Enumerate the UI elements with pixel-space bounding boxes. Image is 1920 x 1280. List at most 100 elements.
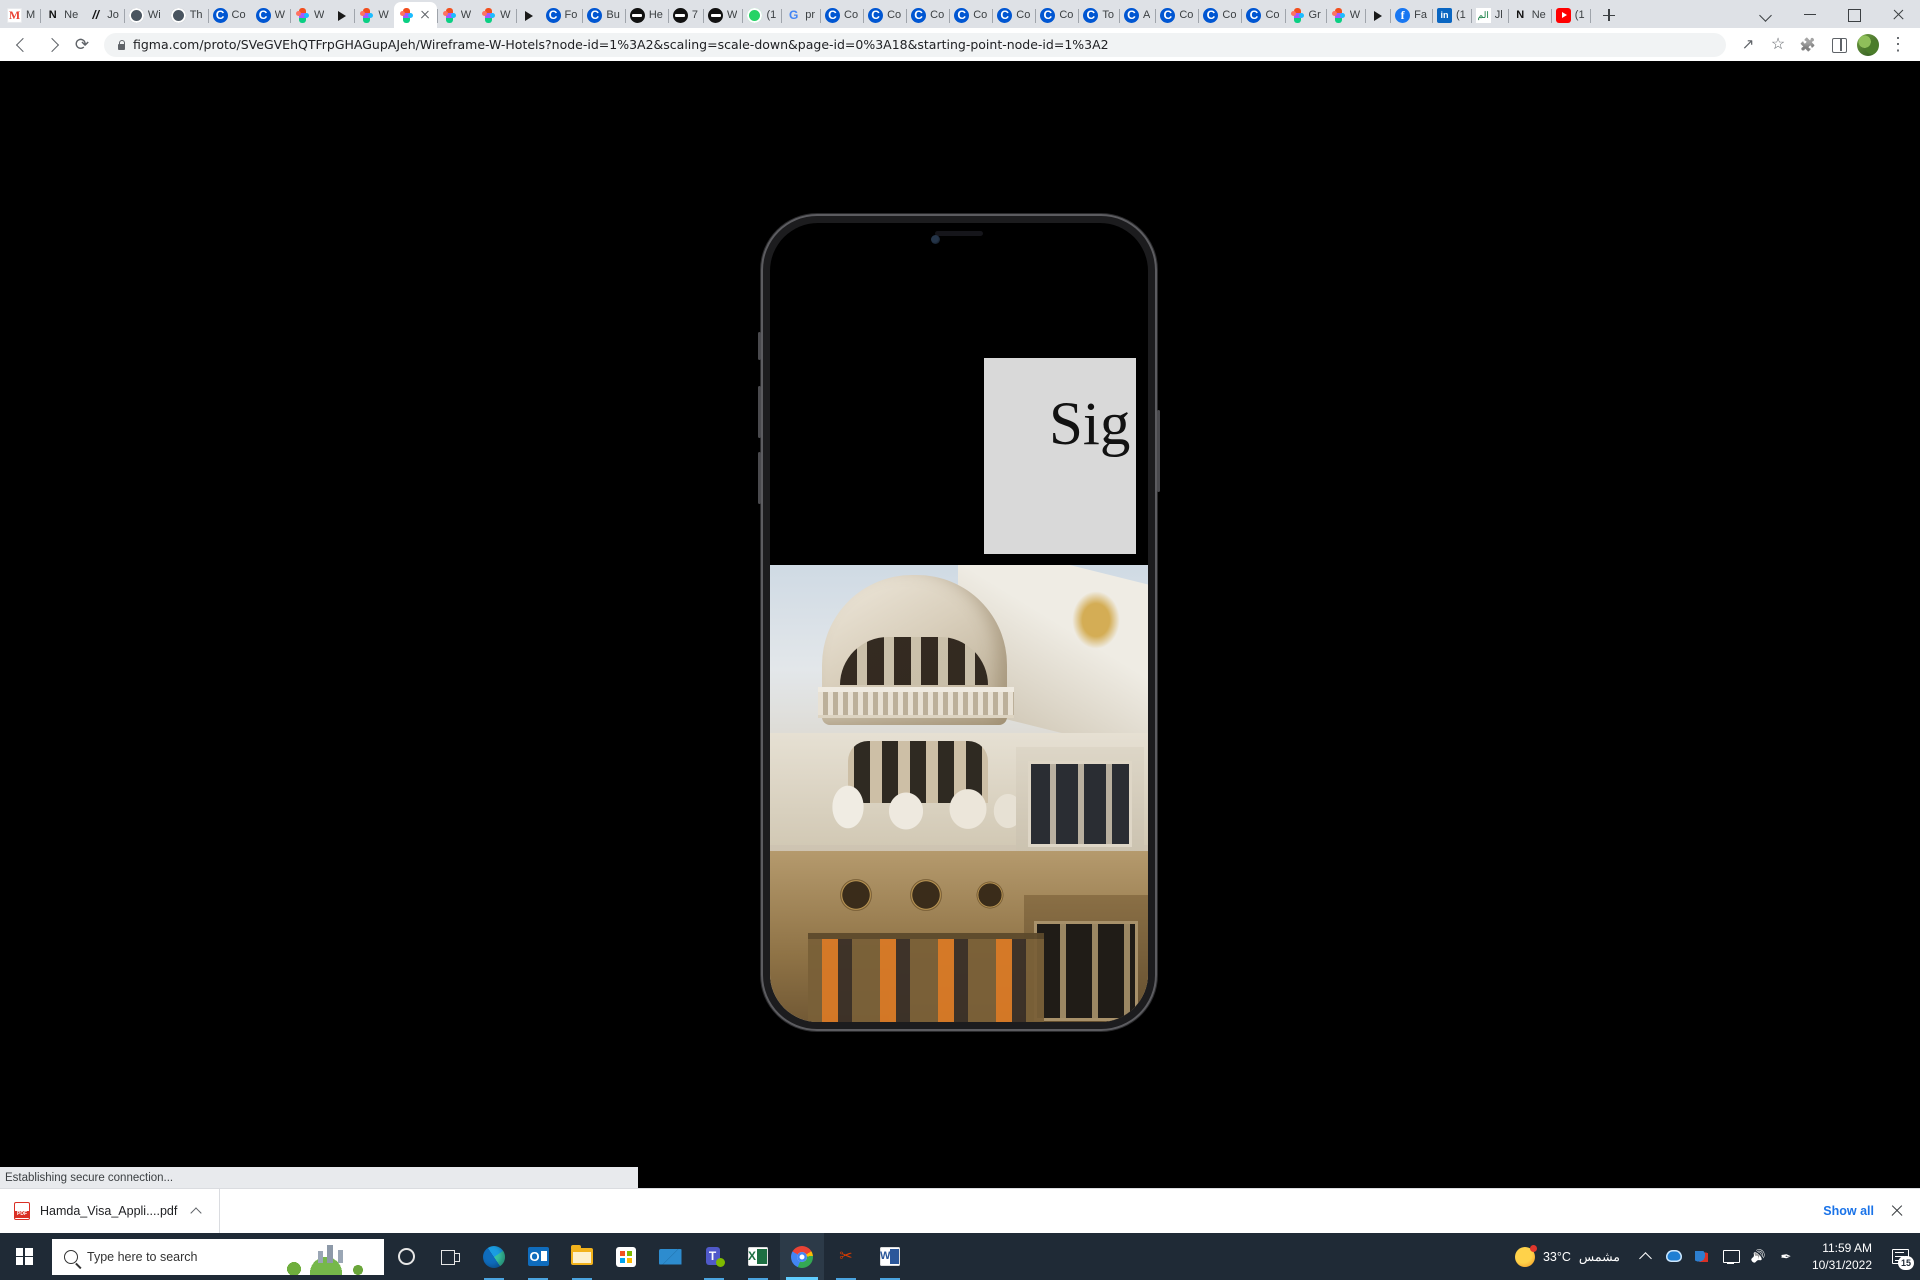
browser-tab[interactable]: (1: [1551, 2, 1591, 28]
browser-tab[interactable]: Jo: [83, 2, 125, 28]
browser-tab[interactable]: Co: [906, 2, 951, 28]
snipping-tool-button[interactable]: [824, 1233, 868, 1280]
browser-tab[interactable]: Fa: [1390, 2, 1433, 28]
download-item[interactable]: Hamda_Visa_Appli....pdf: [14, 1188, 221, 1234]
browser-tab[interactable]: [516, 2, 541, 28]
browser-tab[interactable]: 7: [668, 2, 705, 28]
browser-tab[interactable]: Th: [166, 2, 209, 28]
network-error-icon[interactable]: [1688, 1233, 1716, 1280]
chrome-button[interactable]: [780, 1233, 824, 1280]
close-download-bar-icon[interactable]: [1888, 1202, 1906, 1220]
new-tab-button[interactable]: [1596, 2, 1622, 28]
figma-icon: [359, 7, 374, 23]
mail-icon: [658, 1248, 682, 1265]
bookmark-star-icon[interactable]: [1764, 31, 1792, 59]
browser-tab[interactable]: Wi: [124, 2, 166, 28]
browser-tab[interactable]: [393, 2, 438, 28]
task-view-button[interactable]: [428, 1233, 472, 1280]
browser-tab[interactable]: [1365, 2, 1392, 28]
notification-center-button[interactable]: 15: [1884, 1233, 1916, 1280]
tab-title: Jl: [1494, 8, 1503, 21]
start-button[interactable]: [0, 1233, 48, 1280]
browser-tab[interactable]: W: [476, 2, 517, 28]
minimize-button[interactable]: [1788, 0, 1832, 28]
mail-button[interactable]: [648, 1233, 692, 1280]
teams-button[interactable]: [692, 1233, 736, 1280]
profile-avatar[interactable]: [1857, 33, 1879, 56]
display-icon[interactable]: [1716, 1233, 1744, 1280]
tab-search-chevron-down-icon[interactable]: [1744, 0, 1788, 28]
word-icon: [880, 1247, 900, 1266]
tab-separator: [1589, 9, 1591, 23]
browser-tab[interactable]: W: [354, 2, 395, 28]
browser-tab[interactable]: W: [703, 2, 744, 28]
volume-icon[interactable]: [1744, 1233, 1772, 1280]
maximize-button[interactable]: [1832, 0, 1876, 28]
notion-icon: [1513, 8, 1528, 23]
browser-tab[interactable]: A: [1119, 2, 1157, 28]
pen-icon[interactable]: [1772, 1233, 1800, 1280]
browser-tab[interactable]: M: [2, 2, 42, 28]
extensions-puzzle-icon[interactable]: [1794, 31, 1822, 59]
browser-tab[interactable]: pr: [781, 2, 821, 28]
browser-tab[interactable]: Co: [863, 2, 908, 28]
weather-widget[interactable]: 33°C مشمس: [1503, 1233, 1632, 1280]
reload-icon[interactable]: [68, 31, 96, 59]
browser-tab[interactable]: Co: [1035, 2, 1080, 28]
taskbar-search-box[interactable]: Type here to search: [52, 1238, 384, 1275]
browser-tab[interactable]: W: [251, 2, 291, 28]
close-window-button[interactable]: [1876, 0, 1920, 28]
browser-tab[interactable]: Co: [208, 2, 251, 28]
coursera-icon: [911, 7, 927, 23]
onedrive-icon[interactable]: [1660, 1233, 1688, 1280]
browser-tab[interactable]: Co: [1198, 2, 1243, 28]
chevron-up-icon[interactable]: [187, 1202, 205, 1220]
browser-tab[interactable]: Fo: [541, 2, 584, 28]
coursera-icon: [1040, 7, 1056, 23]
address-bar[interactable]: figma.com/proto/SVeGVEhQTFrpGHAGupAJeh/W…: [104, 32, 1726, 57]
browser-tab[interactable]: Gr: [1285, 2, 1327, 28]
browser-tab[interactable]: Co: [820, 2, 865, 28]
show-all-downloads-button[interactable]: Show all: [1823, 1204, 1874, 1218]
browser-tab[interactable]: W: [1326, 2, 1367, 28]
show-hidden-icons-chevron-up-icon[interactable]: [1632, 1233, 1660, 1280]
browser-tab[interactable]: Co: [992, 2, 1037, 28]
outlook-button[interactable]: [516, 1233, 560, 1280]
weather-condition: مشمس: [1578, 1250, 1620, 1264]
word-button[interactable]: [868, 1233, 912, 1280]
sign-in-panel[interactable]: Sig: [984, 358, 1136, 554]
browser-tab[interactable]: Bu: [582, 2, 626, 28]
close-tab-icon[interactable]: [418, 8, 432, 22]
excel-button[interactable]: [736, 1233, 780, 1280]
side-panel-icon[interactable]: [1824, 31, 1852, 59]
browser-tab[interactable]: Jl: [1471, 2, 1509, 28]
file-explorer-button[interactable]: [560, 1233, 604, 1280]
dark-icon: [672, 7, 688, 23]
download-bar: Hamda_Visa_Appli....pdf Show all: [0, 1188, 1920, 1234]
browser-tab[interactable]: Ne: [1508, 2, 1552, 28]
browser-tab[interactable]: W: [437, 2, 476, 28]
browser-tab[interactable]: Co: [1241, 2, 1286, 28]
microsoft-store-button[interactable]: [604, 1233, 648, 1280]
browser-tab[interactable]: (1: [1432, 2, 1472, 28]
coursera-icon: [545, 7, 561, 23]
edge-button[interactable]: [472, 1233, 516, 1280]
chrome-menu-icon[interactable]: [1884, 31, 1912, 59]
browser-tab[interactable]: Co: [1155, 2, 1200, 28]
forward-arrow-icon[interactable]: [38, 31, 66, 59]
browser-tab[interactable]: (1: [742, 2, 783, 28]
browser-tab[interactable]: Ne: [40, 2, 83, 28]
tab-title: pr: [805, 8, 815, 21]
share-icon[interactable]: [1734, 31, 1762, 59]
back-arrow-icon[interactable]: [8, 31, 36, 59]
browser-tab[interactable]: [329, 2, 356, 28]
browser-tab[interactable]: Co: [949, 2, 994, 28]
lock-icon[interactable]: [116, 39, 126, 51]
browser-tab[interactable]: To: [1078, 2, 1120, 28]
windows-taskbar: Type here to search 33°C مشمس: [0, 1233, 1920, 1280]
browser-tab[interactable]: W: [290, 2, 329, 28]
phone-screen[interactable]: Sig: [770, 223, 1148, 1022]
taskbar-clock[interactable]: 11:59 AM 10/31/2022: [1800, 1233, 1884, 1280]
browser-tab[interactable]: He: [625, 2, 669, 28]
cortana-button[interactable]: [384, 1233, 428, 1280]
